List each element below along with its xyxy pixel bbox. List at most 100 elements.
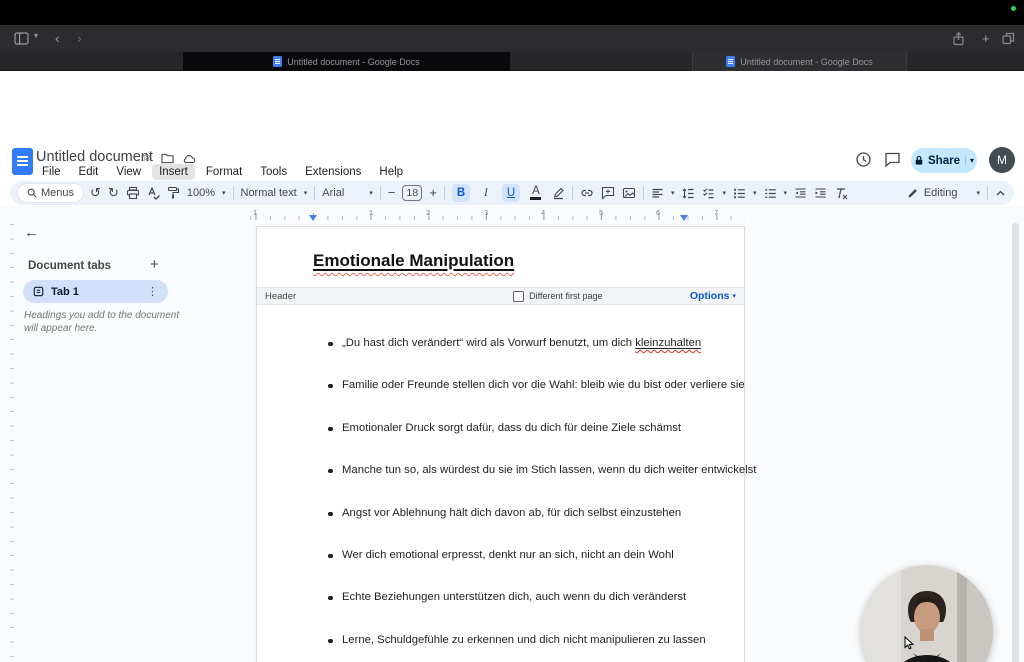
menu-format[interactable]: Format <box>199 164 249 180</box>
tab-icon <box>33 286 44 297</box>
webcam-video-bubble[interactable] <box>861 565 993 662</box>
back-button[interactable]: ‹ <box>55 25 60 52</box>
paint-format-icon[interactable] <box>167 186 180 200</box>
checklist-caret-icon[interactable]: ▾ <box>722 189 726 197</box>
zoom-caret-icon[interactable]: ▾ <box>222 189 226 197</box>
tab-options-icon[interactable]: ⋮ <box>147 285 158 298</box>
comments-icon[interactable] <box>884 151 901 168</box>
checklist-icon[interactable] <box>702 187 715 200</box>
insert-image-icon[interactable] <box>622 186 636 200</box>
bullet-item[interactable]: Familie oder Freunde stellen dich vor di… <box>328 379 745 391</box>
vertical-ruler <box>8 224 14 662</box>
align-caret-icon[interactable]: ▾ <box>671 189 675 197</box>
hide-menus-icon[interactable] <box>995 188 1006 199</box>
doc-tab-item-selected[interactable]: Tab 1 ⋮ <box>23 280 168 303</box>
editing-mode-select[interactable]: Editing ▾ <box>907 187 980 199</box>
bullet-item[interactable]: Lerne, Schuldgefühle zu erkennen und dic… <box>328 634 706 646</box>
left-indent-marker[interactable] <box>309 215 317 221</box>
version-history-icon[interactable] <box>855 151 872 168</box>
numbered-list-caret-icon[interactable]: ▾ <box>784 189 788 197</box>
menus-search-button[interactable]: Menus <box>18 184 84 202</box>
increase-indent-icon[interactable] <box>814 187 827 200</box>
ruler-label: 7 <box>714 208 719 217</box>
zoom-select[interactable]: 100% <box>187 187 215 199</box>
cloud-status-icon[interactable] <box>182 153 196 164</box>
move-folder-icon[interactable] <box>161 153 174 164</box>
menu-help[interactable]: Help <box>372 164 410 180</box>
style-caret-icon[interactable]: ▾ <box>304 189 308 197</box>
menu-file[interactable]: File <box>35 164 68 180</box>
forward-button[interactable]: › <box>77 25 82 52</box>
align-icon[interactable] <box>651 187 664 200</box>
font-select[interactable]: Arial <box>322 187 362 199</box>
menu-view[interactable]: View <box>109 164 148 180</box>
right-indent-marker[interactable] <box>680 215 688 221</box>
account-avatar[interactable]: M <box>989 147 1015 173</box>
share-page-icon[interactable] <box>952 32 965 46</box>
ruler-label: 3 <box>484 208 489 217</box>
bullet-item[interactable]: Angst vor Ablehnung hält dich davon ab, … <box>328 507 681 519</box>
close-panel-back-icon[interactable]: ← <box>24 224 39 241</box>
different-first-page-checkbox[interactable] <box>513 290 525 302</box>
mode-caret-icon[interactable]: ▾ <box>976 189 980 197</box>
increase-font-button[interactable]: + <box>429 181 437 205</box>
bulleted-list-caret-icon[interactable]: ▾ <box>753 189 757 197</box>
divider <box>571 186 573 200</box>
document-heading[interactable]: Emotionale Manipulation <box>313 251 514 271</box>
share-button[interactable]: Share ▾ <box>911 148 977 173</box>
star-icon[interactable]: ☆ <box>141 150 152 164</box>
print-icon[interactable] <box>126 186 140 200</box>
font-size-input[interactable]: 18 <box>402 185 423 201</box>
docs-toolbar: Menus ↺ ↻ 100% ▾ Normal text ▾ Arial ▾ −… <box>10 181 1014 205</box>
redo-icon[interactable]: ↻ <box>108 181 119 205</box>
menu-edit[interactable]: Edit <box>72 164 106 180</box>
menu-extensions[interactable]: Extensions <box>298 164 368 180</box>
horizontal-ruler[interactable]: 1 1 2 3 4 5 6 7 <box>250 208 745 221</box>
menu-insert[interactable]: Insert <box>152 164 195 180</box>
highlight-color-icon[interactable] <box>552 186 565 200</box>
font-caret-icon[interactable]: ▾ <box>369 189 373 197</box>
document-title-input[interactable]: Untitled document <box>36 149 153 165</box>
bullet-item[interactable]: Wer dich emotional erpresst, denkt nur a… <box>328 549 674 561</box>
bullet-item[interactable]: Manche tun so, als würdest du sie im Sti… <box>328 464 756 476</box>
browser-tab-active[interactable]: Untitled document - Google Docs <box>183 52 510 71</box>
bold-button[interactable]: B <box>451 184 470 202</box>
bulleted-list-icon[interactable] <box>733 187 746 200</box>
undo-icon[interactable]: ↺ <box>90 181 101 205</box>
header-options-button[interactable]: Options ▾ <box>690 290 736 302</box>
bullet-item[interactable]: Echte Beziehungen unterstützen dich, auc… <box>328 591 686 603</box>
ruler-label: 2 <box>426 208 431 217</box>
divider <box>642 186 644 200</box>
decrease-font-button[interactable]: − <box>388 181 396 205</box>
paragraph-style-select[interactable]: Normal text <box>241 187 297 199</box>
menubar: File Edit View Insert Format Tools Exten… <box>35 164 410 180</box>
text-color-button[interactable]: A <box>527 184 545 202</box>
new-tab-icon[interactable]: + <box>982 25 990 52</box>
bullet-item[interactable]: Emotionaler Druck sorgt dafür, dass du d… <box>328 422 681 434</box>
lock-icon <box>914 155 924 166</box>
italic-button[interactable]: I <box>477 184 495 202</box>
share-caret-icon[interactable]: ▾ <box>964 156 974 165</box>
browser-tab-inactive[interactable]: Untitled document - Google Docs <box>692 52 907 71</box>
add-tab-icon[interactable]: + <box>150 256 159 273</box>
docs-favicon <box>273 56 283 67</box>
tab-overview-icon[interactable] <box>1002 32 1015 45</box>
divider <box>379 186 381 200</box>
line-spacing-icon[interactable] <box>681 187 695 200</box>
clear-formatting-icon[interactable] <box>834 187 848 200</box>
add-comment-icon[interactable] <box>601 186 615 200</box>
docs-logo-icon[interactable] <box>12 148 33 175</box>
vertical-scrollbar[interactable] <box>1012 223 1019 662</box>
underline-button[interactable]: U <box>501 184 520 202</box>
numbered-list-icon[interactable] <box>764 187 777 200</box>
spellcheck-icon[interactable] <box>147 186 160 200</box>
doc-tabs-helper-text: Headings you add to the document will ap… <box>24 310 180 334</box>
decrease-indent-icon[interactable] <box>794 187 807 200</box>
menu-tools[interactable]: Tools <box>253 164 294 180</box>
bullet-item[interactable]: „Du hast dich verändert“ wird als Vorwur… <box>328 337 701 349</box>
mode-label: Editing <box>923 187 958 199</box>
sidebar-toggle-icon[interactable] <box>14 32 29 45</box>
document-page[interactable]: Emotionale Manipulation Header Different… <box>256 226 756 662</box>
insert-link-icon[interactable] <box>580 186 594 200</box>
sidebar-caret-icon[interactable]: ▾ <box>34 22 38 49</box>
